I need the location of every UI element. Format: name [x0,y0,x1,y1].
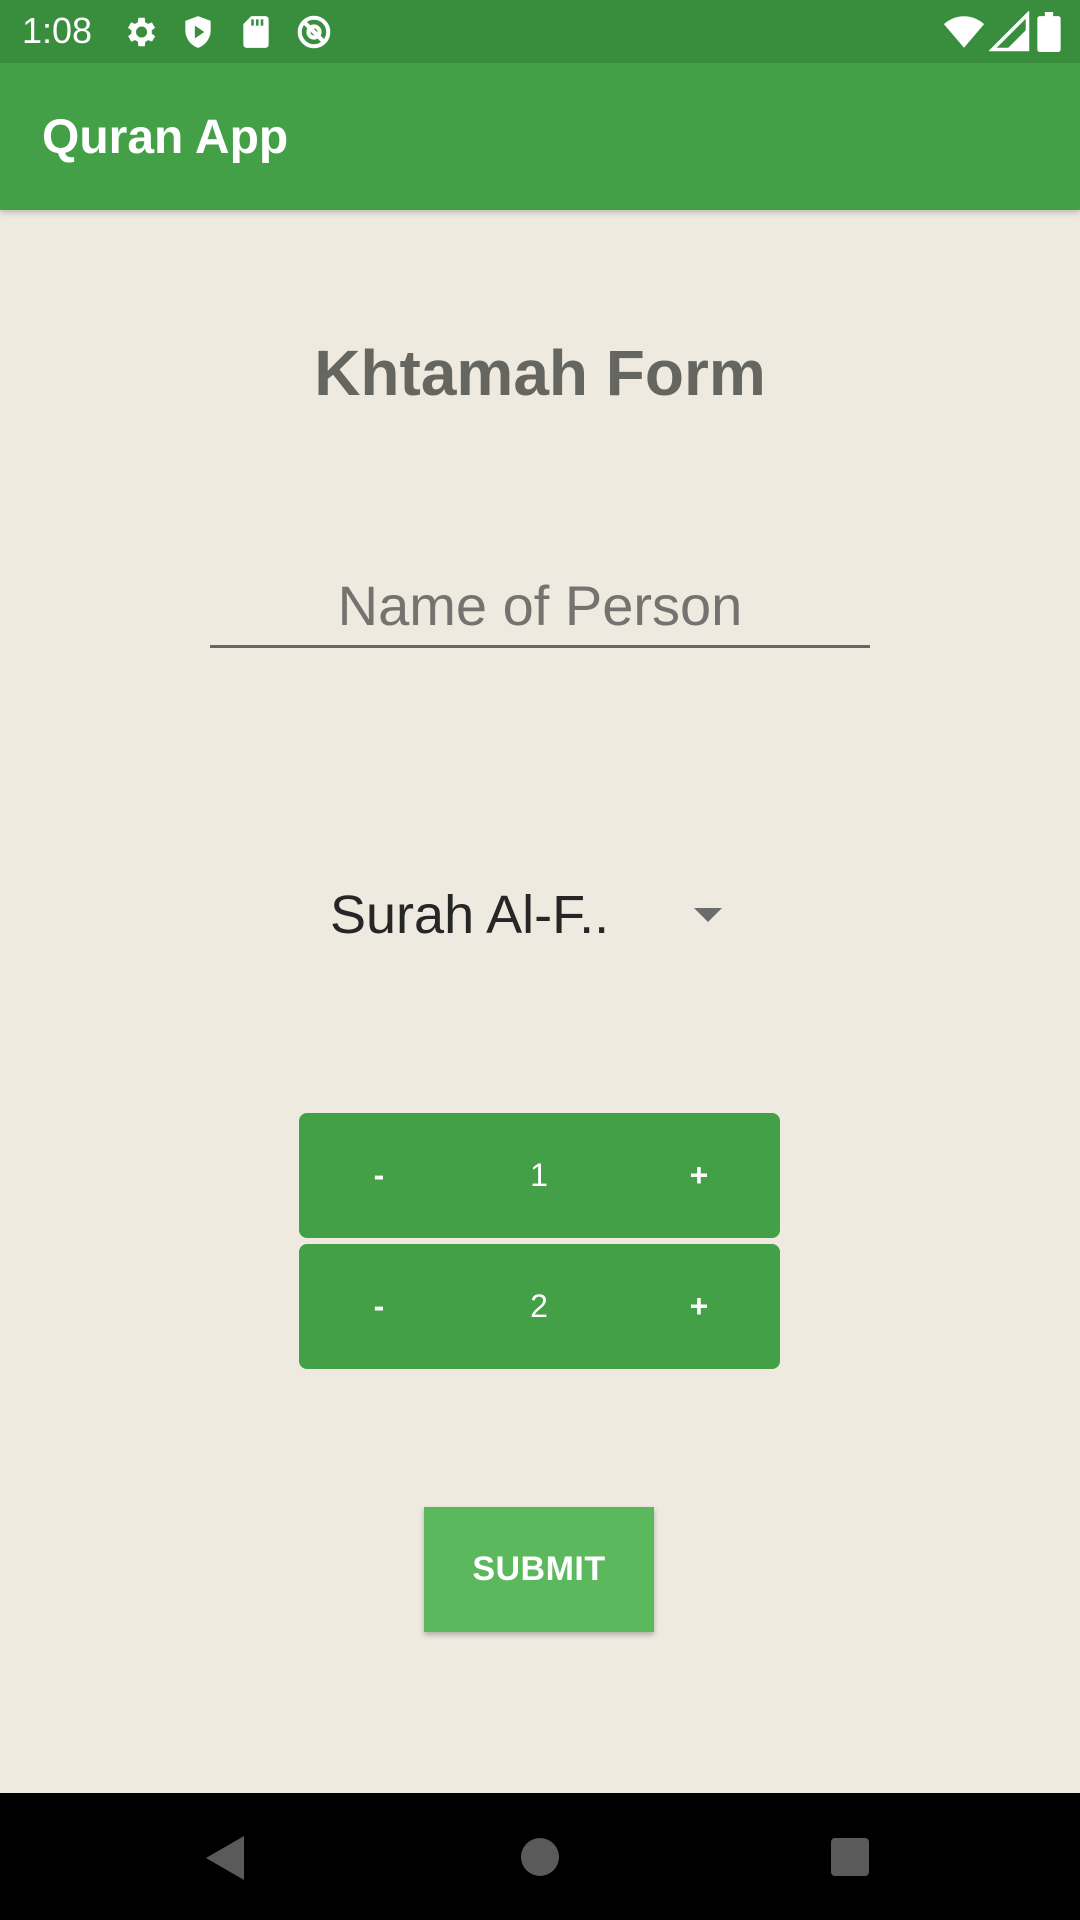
shield-icon [185,16,211,48]
decrement-button[interactable]: - [304,1113,454,1238]
gear-icon [127,17,156,47]
back-icon[interactable] [206,1836,244,1880]
increment-button[interactable]: + [624,1113,774,1238]
status-time: 1:08 [22,10,93,51]
form-title: Khtamah Form [314,337,766,409]
at-sign-icon [297,15,331,49]
wifi-icon [943,16,985,48]
home-icon[interactable] [521,1838,559,1876]
stepper-value: 2 [530,1288,548,1324]
dropdown-arrow-icon [694,908,722,922]
name-of-person-input[interactable] [210,565,870,648]
increment-button[interactable]: + [624,1244,774,1369]
recents-icon[interactable] [831,1838,869,1876]
signal-icon [989,11,1030,52]
decrement-button[interactable]: - [304,1244,454,1369]
quantity-stepper: - 2 + [299,1244,780,1369]
navigation-bar [0,1793,1080,1920]
stepper-value: 1 [530,1157,548,1193]
sd-card-icon [243,16,269,48]
quantity-stepper: - 1 + [299,1113,780,1238]
surah-dropdown[interactable]: Surah Al-F.. [300,870,740,960]
submit-button[interactable]: SUBMIT [424,1507,654,1632]
battery-icon [1037,12,1061,52]
app-bar: Quran App [0,63,1080,210]
status-bar: 1:08 [0,0,1080,63]
surah-selected-value: Surah Al-F.. [330,885,610,945]
app-title: Quran App [42,111,289,164]
